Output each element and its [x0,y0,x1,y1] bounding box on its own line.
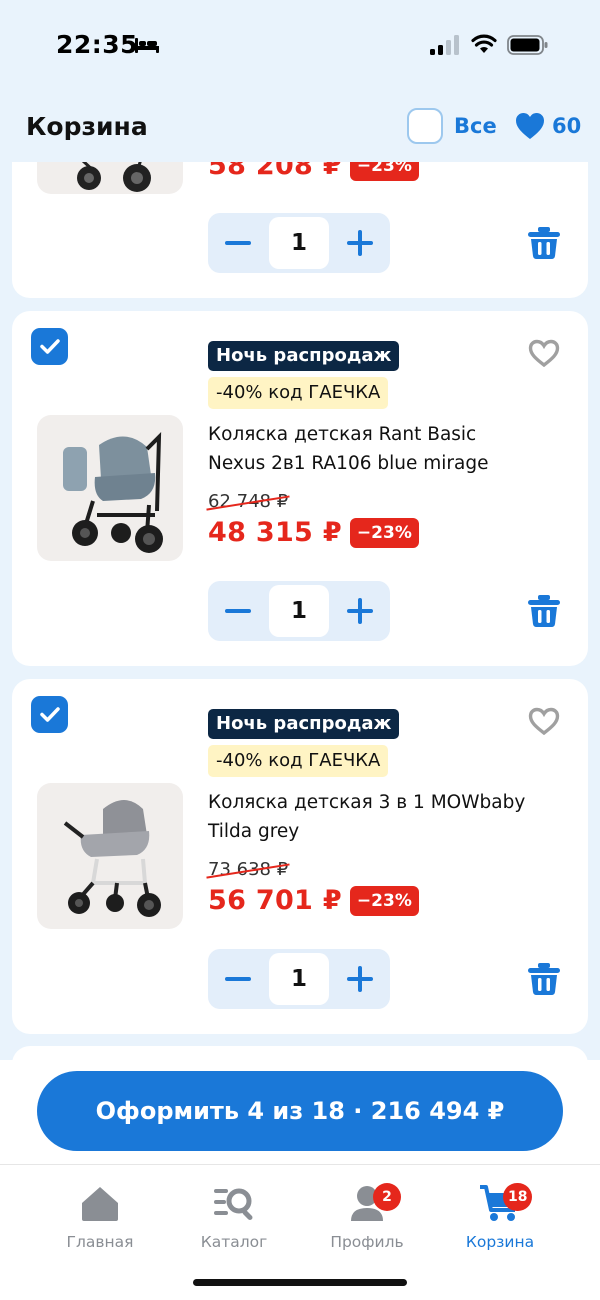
product-title[interactable]: Коляска детская Rant Basic Nexus 2в1 RA1… [208,420,528,478]
battery-icon [507,35,548,55]
favorites-count: 60 [552,114,582,138]
status-bar: 22:35 [0,0,600,90]
quantity-stepper[interactable]: 1 [208,581,390,641]
discount-badge: −23% [349,517,419,548]
cart-count-badge: 18 [503,1183,533,1211]
cart-item-card: Ночь распродаж -40% код ГАЕЧКА Коляска д… [12,679,588,1034]
tab-home[interactable]: Главная [40,1183,160,1251]
quantity-value[interactable]: 1 [269,217,329,269]
trash-icon[interactable] [527,226,561,260]
notification-badge: 2 [373,1183,401,1211]
quantity-value[interactable]: 1 [269,585,329,637]
product-title[interactable]: Коляска детская 3 в 1 MOWbaby Tilda grey [208,788,528,846]
item-select-checkbox[interactable] [31,696,68,733]
decrease-quantity-button[interactable] [208,949,268,1009]
price-row: 48 315 ₽ −23% [208,517,419,548]
decrease-quantity-button[interactable] [208,581,268,641]
quantity-stepper[interactable]: 1 [208,949,390,1009]
minus-icon [225,609,251,613]
cellular-signal-icon [430,35,459,55]
tab-label: Главная [66,1233,134,1251]
stroller-image [63,432,163,553]
status-time: 22:35 [56,30,139,59]
promo-code-badge: -40% код ГАЕЧКА [208,745,389,777]
item-select-checkbox[interactable] [31,328,68,365]
increase-quantity-button[interactable] [330,581,390,641]
current-price: 48 315 ₽ [208,517,342,548]
product-image[interactable] [37,415,183,561]
tab-cart[interactable]: Корзина 18 [440,1183,560,1251]
trash-icon[interactable] [527,594,561,628]
heart-filled-icon [516,113,544,139]
plus-icon [347,966,373,992]
tab-label: Каталог [200,1233,268,1251]
select-all-label: Все [454,114,497,138]
decrease-quantity-button[interactable] [208,213,268,273]
increase-quantity-button[interactable] [330,213,390,273]
sleep-mode-icon [135,38,159,53]
stroller-image [63,800,161,917]
old-price: 73 638 ₽ [206,859,290,880]
select-all-toggle[interactable]: Все [407,108,497,144]
checkmark-icon [39,339,60,354]
promo-code-badge: -40% код ГАЕЧКА [208,377,389,409]
plus-icon [347,230,373,256]
sale-night-badge: Ночь распродаж [208,341,400,371]
home-icon [82,1187,118,1221]
heart-outline-icon[interactable] [528,707,560,735]
cart-header: Корзина Все 60 [0,90,600,162]
home-indicator [193,1279,407,1286]
plus-icon [347,598,373,624]
heart-outline-icon[interactable] [528,339,560,367]
old-price: 62 748 ₽ [206,491,290,512]
tab-label: Профиль [330,1233,404,1251]
checkmark-icon [39,707,60,722]
catalog-search-icon [214,1188,253,1220]
checkout-button[interactable]: Оформить 4 из 18 · 216 494 ₽ [37,1071,563,1151]
tab-catalog[interactable]: Каталог [174,1183,294,1251]
tab-label: Корзина [465,1233,535,1251]
product-image[interactable] [37,783,183,929]
discount-badge: −23% [349,885,419,916]
select-all-checkbox[interactable] [407,108,443,144]
wifi-icon [471,34,497,53]
minus-icon [225,241,251,245]
sale-night-badge: Ночь распродаж [208,709,400,739]
price-row: 56 701 ₽ −23% [208,885,419,916]
page-title: Корзина [26,112,148,141]
increase-quantity-button[interactable] [330,949,390,1009]
quantity-value[interactable]: 1 [269,953,329,1005]
trash-icon[interactable] [527,962,561,996]
current-price: 56 701 ₽ [208,885,342,916]
quantity-stepper[interactable]: 1 [208,213,390,273]
minus-icon [225,977,251,981]
cart-item-card: Ночь распродаж -40% код ГАЕЧКА Коляска д… [12,311,588,666]
favorites-button[interactable]: 60 [515,112,581,140]
tab-profile[interactable]: Профиль 2 [307,1183,427,1251]
checkout-bar: Оформить 4 из 18 · 216 494 ₽ [0,1060,600,1164]
